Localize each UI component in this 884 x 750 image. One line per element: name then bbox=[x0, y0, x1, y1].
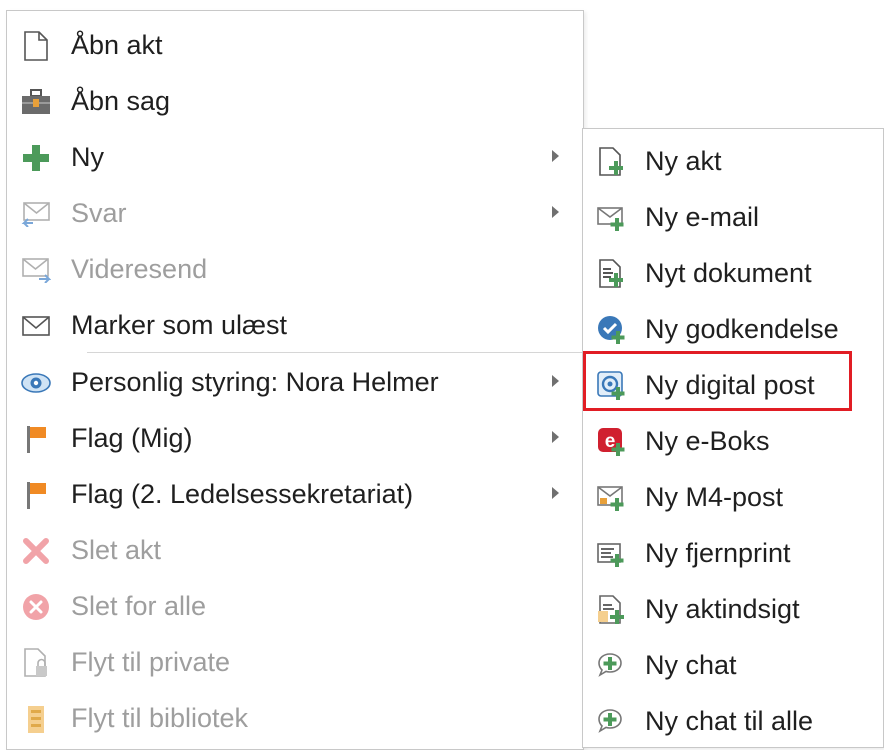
submenu-item-new-document[interactable]: Ny akt bbox=[583, 133, 883, 189]
menu-item-new[interactable]: Ny bbox=[7, 129, 583, 185]
new-document-icon bbox=[597, 147, 627, 177]
submenu-item-new-text-document[interactable]: Nyt dokument bbox=[583, 245, 883, 301]
new-access-request-icon bbox=[597, 595, 627, 625]
submenu-item-new-chat-all[interactable]: Ny chat til alle bbox=[583, 693, 883, 749]
forward-mail-icon bbox=[21, 255, 51, 285]
submenu-item-label: Ny e-Boks bbox=[645, 426, 770, 456]
submenu-item-new-access-request[interactable]: Ny aktindsigt bbox=[583, 581, 883, 637]
menu-item-move-library[interactable]: Flyt til bibliotek bbox=[7, 690, 583, 746]
submenu-arrow-icon bbox=[552, 375, 559, 387]
context-menu: Åbn akt Åbn sag Ny Svar Videresend Marke… bbox=[6, 10, 584, 750]
menu-item-label: Slet akt bbox=[71, 535, 162, 565]
flag-icon bbox=[21, 480, 51, 510]
flag-icon bbox=[21, 424, 51, 454]
menu-item-label: Åbn akt bbox=[71, 30, 163, 60]
menu-item-reply[interactable]: Svar bbox=[7, 185, 583, 241]
new-approval-icon bbox=[597, 315, 627, 345]
submenu-item-label: Ny aktindsigt bbox=[645, 594, 800, 624]
menu-item-label: Svar bbox=[71, 198, 127, 228]
menu-item-delete[interactable]: Slet akt bbox=[7, 522, 583, 578]
highlight-box bbox=[583, 351, 852, 411]
plus-icon bbox=[21, 143, 51, 173]
menu-item-mark-unread[interactable]: Marker som ulæst bbox=[7, 297, 583, 353]
new-m4-post-icon bbox=[597, 483, 627, 513]
menu-item-label: Ny bbox=[71, 142, 104, 172]
menu-item-label: Åbn sag bbox=[71, 86, 171, 116]
menu-item-open-document[interactable]: Åbn akt bbox=[7, 17, 583, 73]
menu-item-move-private[interactable]: Flyt til private bbox=[7, 634, 583, 690]
delete-x-icon bbox=[21, 536, 51, 566]
submenu-item-label: Ny fjernprint bbox=[645, 538, 791, 568]
eye-icon bbox=[21, 368, 51, 398]
submenu-arrow-icon bbox=[552, 431, 559, 443]
new-email-icon bbox=[597, 203, 627, 233]
submenu-item-label: Ny M4-post bbox=[645, 482, 784, 512]
menu-separator bbox=[87, 352, 583, 353]
submenu-item-label: Ny godkendelse bbox=[645, 314, 839, 344]
briefcase-icon bbox=[21, 87, 51, 117]
menu-item-label: Flyt til bibliotek bbox=[71, 703, 249, 733]
menu-item-label: Marker som ulæst bbox=[71, 310, 288, 340]
eboks-icon: e bbox=[597, 427, 627, 457]
menu-item-label: Flag (2. Ledelsessekretariat) bbox=[71, 479, 414, 509]
new-text-document-icon bbox=[597, 259, 627, 289]
menu-item-label: Personlig styring: Nora Helmer bbox=[71, 367, 439, 397]
submenu-item-new-m4-post[interactable]: Ny M4-post bbox=[583, 469, 883, 525]
new-chat-icon bbox=[597, 651, 627, 681]
submenu-item-new-email[interactable]: Ny e-mail bbox=[583, 189, 883, 245]
reply-mail-icon bbox=[21, 199, 51, 229]
new-remote-print-icon bbox=[597, 539, 627, 569]
delete-circle-icon bbox=[21, 592, 51, 622]
submenu-item-new-eboks[interactable]: e Ny e-Boks bbox=[583, 413, 883, 469]
menu-item-label: Videresend bbox=[71, 254, 208, 284]
menu-item-forward[interactable]: Videresend bbox=[7, 241, 583, 297]
document-icon bbox=[21, 31, 51, 61]
menu-item-flag-me[interactable]: Flag (Mig) bbox=[7, 410, 583, 466]
menu-item-flag-secretariat[interactable]: Flag (2. Ledelsessekretariat) bbox=[7, 466, 583, 522]
new-chat-all-icon bbox=[597, 707, 627, 737]
lock-document-icon bbox=[21, 648, 51, 678]
library-icon bbox=[21, 704, 51, 734]
menu-item-label: Slet for alle bbox=[71, 591, 207, 621]
menu-item-delete-all[interactable]: Slet for alle bbox=[7, 578, 583, 634]
submenu-item-new-chat[interactable]: Ny chat bbox=[583, 637, 883, 693]
menu-item-label: Flag (Mig) bbox=[71, 423, 193, 453]
submenu-item-label: Ny chat til alle bbox=[645, 706, 814, 736]
submenu-item-label: Ny akt bbox=[645, 146, 722, 176]
submenu-item-new-approval[interactable]: Ny godkendelse bbox=[583, 301, 883, 357]
submenu-item-label: Nyt dokument bbox=[645, 258, 812, 288]
new-submenu: Ny akt Ny e-mail Nyt dokument Ny godkend… bbox=[582, 128, 884, 748]
submenu-item-new-remote-print[interactable]: Ny fjernprint bbox=[583, 525, 883, 581]
menu-item-personal-control[interactable]: Personlig styring: Nora Helmer bbox=[7, 354, 583, 410]
submenu-item-label: Ny e-mail bbox=[645, 202, 760, 232]
submenu-arrow-icon bbox=[552, 487, 559, 499]
submenu-arrow-icon bbox=[552, 206, 559, 218]
envelope-icon bbox=[21, 311, 51, 341]
menu-item-open-case[interactable]: Åbn sag bbox=[7, 73, 583, 129]
menu-item-label: Flyt til private bbox=[71, 647, 231, 677]
submenu-arrow-icon bbox=[552, 150, 559, 162]
submenu-item-label: Ny chat bbox=[645, 650, 737, 680]
